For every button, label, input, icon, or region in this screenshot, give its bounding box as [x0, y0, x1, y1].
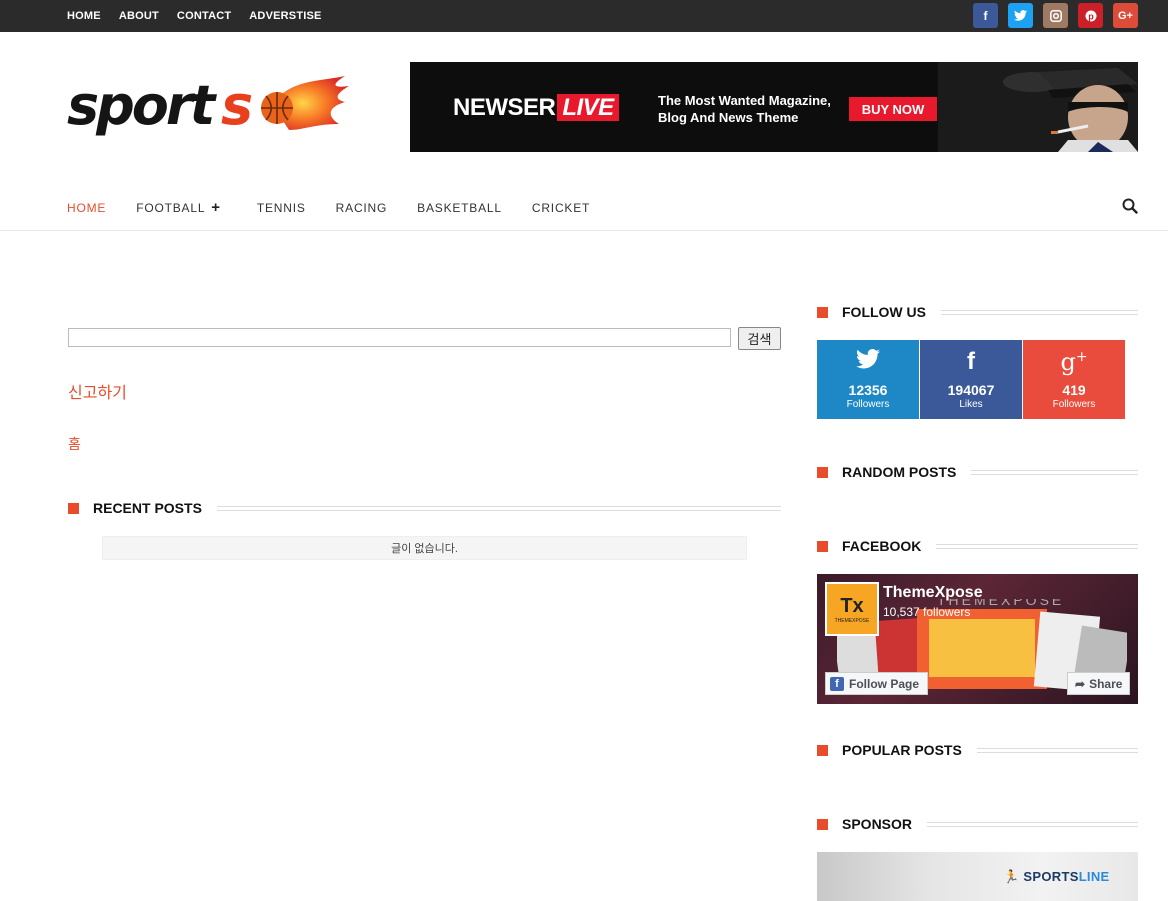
- runner-icon: 🏃: [1003, 869, 1020, 884]
- pinterest-icon[interactable]: p: [1078, 3, 1103, 28]
- nav-racing[interactable]: RACING: [336, 201, 387, 215]
- no-posts-message: 글이 없습니다.: [102, 536, 747, 560]
- facebook-follow-box[interactable]: f 194067 Likes: [920, 340, 1022, 419]
- nav-football[interactable]: FOOTBALL +: [136, 199, 220, 216]
- heading-divider: [936, 543, 1138, 549]
- heading-marker: [817, 540, 828, 552]
- share-label: Share: [1089, 676, 1123, 691]
- twitter-icon[interactable]: [1008, 3, 1033, 28]
- google-plus-icon: g+: [1060, 348, 1088, 376]
- twitter-count-label: Followers: [846, 399, 890, 410]
- facebook-count-label: Likes: [959, 399, 983, 410]
- svg-text:sport: sport: [67, 74, 218, 137]
- google-plus-follow-box[interactable]: g+ 419 Followers: [1023, 340, 1125, 419]
- nav-cricket[interactable]: CRICKET: [532, 201, 590, 215]
- svg-text:s: s: [221, 74, 252, 137]
- search-icon[interactable]: [1122, 198, 1138, 214]
- facebook-icon: f: [830, 676, 844, 691]
- instagram-icon[interactable]: [1043, 3, 1068, 28]
- search-button[interactable]: 검색: [738, 327, 781, 350]
- sponsor-brand: SPORTS: [1023, 869, 1079, 884]
- heading-marker: [817, 744, 828, 756]
- popular-posts-title: POPULAR POSTS: [842, 742, 962, 758]
- nav-basketball[interactable]: BASKETBALL: [417, 201, 502, 215]
- buy-now-button[interactable]: BUY NOW: [849, 97, 937, 121]
- nav-football-label: FOOTBALL: [136, 200, 206, 215]
- home-link[interactable]: 홈: [68, 434, 81, 454]
- follow-us-heading: FOLLOW US: [817, 302, 1138, 322]
- heading-divider: [927, 821, 1138, 827]
- follow-counters: 12356 Followers f 194067 Likes g+ 419 Fo…: [817, 340, 1125, 419]
- top-nav: HOME ABOUT CONTACT ADVERSTISE: [67, 0, 340, 32]
- avatar-initials: Tx: [840, 594, 864, 617]
- twitter-follow-box[interactable]: 12356 Followers: [817, 340, 919, 419]
- share-button[interactable]: ➦ Share: [1067, 672, 1131, 695]
- ad-banner[interactable]: NEWSER LIVE The Most Wanted Magazine, Blog…: [410, 62, 1138, 152]
- follow-page-button[interactable]: f Follow Page: [825, 672, 929, 695]
- report-link[interactable]: 신고하기: [68, 379, 127, 403]
- sponsor-logo: 🏃 SPORTSLINE: [1003, 869, 1110, 885]
- twitter-icon: [856, 348, 880, 376]
- heading-divider: [976, 747, 1138, 753]
- sponsor-banner[interactable]: 🏃 SPORTSLINE: [817, 852, 1138, 901]
- heading-divider: [941, 309, 1138, 315]
- heading-marker: [68, 502, 79, 514]
- banner-man-image: [938, 62, 1138, 152]
- avatar-subtitle: THEMEXPOSE: [834, 617, 870, 624]
- fb-page-name[interactable]: ThemeXpose: [883, 584, 983, 602]
- sponsor-title: SPONSOR: [842, 816, 913, 832]
- social-links: f p G+: [973, 3, 1138, 28]
- top-bar: HOME ABOUT CONTACT ADVERSTISE f p G+: [0, 0, 1168, 32]
- nav-tennis[interactable]: TENNIS: [257, 201, 306, 215]
- facebook-icon[interactable]: f: [973, 3, 998, 28]
- top-nav-home[interactable]: HOME: [67, 10, 101, 22]
- facebook-title: FACEBOOK: [842, 538, 922, 554]
- random-posts-title: RANDOM POSTS: [842, 464, 957, 480]
- recent-posts-heading: RECENT POSTS: [68, 498, 781, 518]
- svg-text:p: p: [1088, 11, 1094, 21]
- google-plus-count: 419: [1062, 382, 1086, 398]
- follow-page-label: Follow Page: [849, 676, 920, 691]
- random-posts-heading: RANDOM POSTS: [817, 462, 1138, 482]
- fb-follower-count: 10,537 followers: [883, 605, 971, 619]
- share-arrow-icon: ➦: [1075, 676, 1086, 691]
- top-nav-about[interactable]: ABOUT: [119, 10, 159, 22]
- main-nav: HOME FOOTBALL + TENNIS RACING BASKETBALL …: [0, 185, 1168, 231]
- nav-home[interactable]: HOME: [67, 201, 106, 215]
- fb-page-avatar[interactable]: Tx THEMEXPOSE: [825, 582, 879, 636]
- popular-posts-heading: POPULAR POSTS: [817, 740, 1138, 760]
- facebook-page-widget[interactable]: THEMEXPOSE Tx THEMEXPOSE ThemeXpose 10,5…: [817, 574, 1138, 704]
- facebook-heading: FACEBOOK: [817, 536, 1138, 556]
- twitter-count: 12356: [848, 382, 888, 398]
- banner-brand: NEWSER LIVE: [453, 94, 619, 122]
- heading-divider: [216, 505, 781, 511]
- heading-divider: [971, 469, 1138, 475]
- expand-plus-icon[interactable]: +: [211, 199, 221, 216]
- heading-marker: [817, 306, 828, 318]
- heading-marker: [817, 466, 828, 478]
- search-input[interactable]: [68, 328, 731, 347]
- heading-marker: [817, 818, 828, 830]
- facebook-icon: f: [967, 348, 975, 375]
- top-nav-contact[interactable]: CONTACT: [177, 10, 231, 22]
- facebook-count: 194067: [947, 382, 995, 398]
- recent-posts-title: RECENT POSTS: [93, 500, 202, 516]
- google-plus-icon[interactable]: G+: [1113, 3, 1138, 28]
- top-nav-advertise[interactable]: ADVERSTISE: [249, 10, 321, 22]
- banner-tagline: The Most Wanted Magazine, Blog And News T…: [658, 93, 831, 125]
- site-logo[interactable]: sport s: [67, 74, 349, 138]
- google-plus-count-label: Followers: [1052, 399, 1096, 410]
- sponsor-brand-accent: LINE: [1078, 869, 1110, 884]
- sponsor-heading: SPONSOR: [817, 814, 1138, 834]
- follow-us-title: FOLLOW US: [842, 304, 926, 320]
